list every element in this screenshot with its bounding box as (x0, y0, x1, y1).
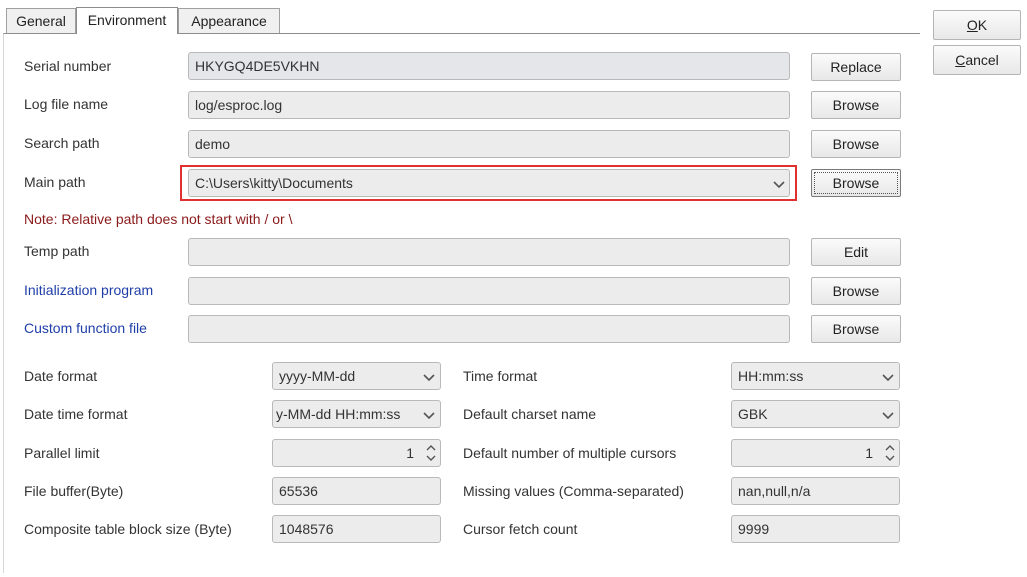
chevron-down-icon[interactable] (421, 407, 437, 423)
date-time-format-value: y-MM-dd HH:mm:ss (276, 406, 401, 422)
date-time-format-label: Date time format (24, 406, 128, 422)
parallel-limit-label: Parallel limit (24, 445, 100, 461)
init-program-browse-button[interactable]: Browse (811, 277, 901, 305)
custom-function-browse-button[interactable]: Browse (811, 315, 901, 343)
chevron-down-icon[interactable] (880, 369, 896, 385)
search-path-field[interactable]: demo (188, 130, 790, 158)
cancel-button[interactable]: Cancel (933, 45, 1021, 75)
charset-select[interactable]: GBK (731, 400, 900, 428)
temp-path-edit-button[interactable]: Edit (811, 238, 901, 266)
log-file-browse-button[interactable]: Browse (811, 91, 901, 119)
serial-number-field: HKYGQ4DE5VKHN (188, 52, 790, 80)
main-path-browse-button[interactable]: Browse (811, 169, 901, 197)
time-format-label: Time format (463, 368, 538, 384)
replace-button[interactable]: Replace (811, 53, 901, 81)
cancel-label-rest: ancel (965, 52, 999, 68)
spinner-icon[interactable] (883, 441, 897, 465)
date-time-format-select[interactable]: y-MM-dd HH:mm:ss (272, 400, 441, 428)
ok-label-rest: K (977, 17, 988, 33)
chevron-down-icon[interactable] (421, 369, 437, 385)
time-format-value: HH:mm:ss (738, 368, 804, 384)
tab-general[interactable]: General (6, 8, 76, 33)
charset-label: Default charset name (463, 406, 597, 422)
log-file-field[interactable]: log/esproc.log (188, 91, 790, 119)
multi-cursors-value: 1 (865, 445, 873, 461)
file-buffer-label: File buffer(Byte) (24, 483, 124, 499)
parallel-limit-value: 1 (406, 445, 414, 461)
tab-environment[interactable]: Environment (76, 7, 178, 34)
charset-value: GBK (738, 406, 768, 422)
cursor-fetch-label: Cursor fetch count (463, 521, 578, 537)
custom-function-field[interactable] (188, 315, 790, 343)
temp-path-field[interactable] (188, 238, 790, 266)
tab-appearance[interactable]: Appearance (178, 8, 280, 33)
main-path-label: Main path (24, 174, 86, 190)
relative-path-note: Note: Relative path does not start with … (24, 211, 293, 227)
init-program-label[interactable]: Initialization program (24, 281, 153, 299)
custom-function-label[interactable]: Custom function file (24, 319, 147, 337)
chevron-down-icon[interactable] (880, 407, 896, 423)
spinner-icon[interactable] (424, 441, 438, 465)
date-format-value: yyyy-MM-dd (279, 368, 356, 384)
cancel-mnemonic: C (955, 52, 966, 68)
block-size-field[interactable]: 1048576 (272, 515, 441, 543)
multi-cursors-label: Default number of multiple cursors (463, 445, 677, 461)
missing-values-label: Missing values (Comma-separated) (463, 483, 684, 499)
search-path-browse-button[interactable]: Browse (811, 130, 901, 158)
temp-path-label: Temp path (24, 243, 90, 259)
cursor-fetch-field[interactable]: 9999 (731, 515, 900, 543)
block-size-label: Composite table block size (Byte) (24, 521, 232, 537)
missing-values-field[interactable]: nan,null,n/a (731, 477, 900, 505)
search-path-label: Search path (24, 135, 100, 151)
file-buffer-field[interactable]: 65536 (272, 477, 441, 505)
init-program-field[interactable] (188, 277, 790, 305)
time-format-select[interactable]: HH:mm:ss (731, 362, 900, 390)
parallel-limit-spinner[interactable]: 1 (272, 439, 441, 467)
log-file-label: Log file name (24, 96, 109, 112)
multi-cursors-spinner[interactable]: 1 (731, 439, 900, 467)
ok-mnemonic: O (966, 17, 978, 33)
ok-button[interactable]: OK (933, 10, 1021, 40)
date-format-label: Date format (24, 368, 98, 384)
serial-number-label: Serial number (24, 58, 112, 74)
date-format-select[interactable]: yyyy-MM-dd (272, 362, 441, 390)
main-path-highlight (180, 165, 797, 201)
